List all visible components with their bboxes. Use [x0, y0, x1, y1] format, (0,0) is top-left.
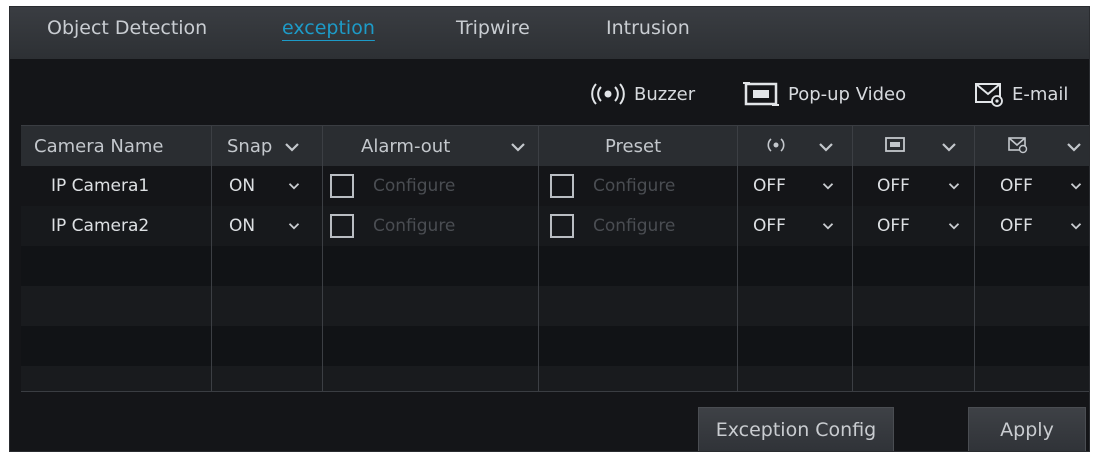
- header-preset: Preset: [605, 135, 662, 157]
- snap-chevron-down-icon[interactable]: [284, 142, 300, 152]
- alarm-out-chevron-down-icon[interactable]: [510, 142, 526, 152]
- email-select[interactable]: OFF: [1000, 206, 1033, 246]
- exception-config-button[interactable]: Exception Config: [698, 407, 894, 451]
- empty-row: [21, 326, 1089, 366]
- popup-chevron-down-icon[interactable]: [941, 142, 957, 152]
- alarm-out-configure-button[interactable]: Configure: [373, 206, 455, 246]
- legend-email-label: E-mail: [1012, 83, 1069, 105]
- column-divider: [211, 126, 212, 391]
- email-icon: [975, 83, 1003, 107]
- column-divider: [974, 126, 975, 391]
- apply-button[interactable]: Apply: [968, 407, 1086, 451]
- header-email-icon: [1008, 137, 1028, 154]
- buzzer-chevron-down-icon[interactable]: [818, 142, 834, 152]
- chevron-down-icon[interactable]: [822, 182, 834, 190]
- preset-checkbox[interactable]: [550, 214, 574, 238]
- tab-bar: Object Detection exception Tripwire Intr…: [10, 7, 1089, 59]
- popup-select[interactable]: OFF: [877, 206, 910, 246]
- chevron-down-icon[interactable]: [1070, 182, 1082, 190]
- chevron-down-icon[interactable]: [948, 222, 960, 230]
- exception-table: Camera Name Snap Alarm-out Preset IP Cam…: [21, 125, 1089, 392]
- legend-buzzer-label: Buzzer: [634, 83, 696, 105]
- camera-name-cell: IP Camera1: [51, 176, 150, 196]
- icon-legend: Buzzer Pop-up Video E-mail: [10, 79, 1089, 109]
- buzzer-icon: [591, 83, 625, 105]
- table-row: IP Camera2 ON Configure Configure OFF OF…: [21, 206, 1089, 246]
- snap-select[interactable]: ON: [229, 206, 255, 246]
- preset-checkbox[interactable]: [550, 174, 574, 198]
- column-divider: [322, 126, 323, 391]
- header-alarm-out: Alarm-out: [361, 135, 451, 157]
- popup-video-icon: [743, 82, 779, 106]
- empty-row: [21, 286, 1089, 326]
- alarm-out-checkbox[interactable]: [330, 214, 354, 238]
- header-snap: Snap: [227, 135, 273, 157]
- email-select[interactable]: OFF: [1000, 166, 1033, 206]
- legend-popup-video: Pop-up Video: [742, 79, 906, 109]
- tab-intrusion[interactable]: Intrusion: [606, 17, 690, 39]
- popup-select[interactable]: OFF: [877, 166, 910, 206]
- legend-buzzer: Buzzer: [590, 79, 695, 109]
- header-buzzer-icon: [767, 138, 785, 152]
- header-popup-video-icon: [885, 137, 905, 152]
- buzzer-select[interactable]: OFF: [753, 166, 786, 206]
- window-frame: Object Detection exception Tripwire Intr…: [0, 0, 1095, 457]
- legend-email: E-mail: [974, 79, 1068, 109]
- legend-popup-video-label: Pop-up Video: [788, 83, 907, 105]
- table-header: Camera Name Snap Alarm-out Preset: [21, 126, 1089, 166]
- preset-configure-button[interactable]: Configure: [593, 166, 675, 206]
- snap-select[interactable]: ON: [229, 166, 255, 206]
- exception-settings-panel: Object Detection exception Tripwire Intr…: [9, 6, 1090, 452]
- tab-object-detection[interactable]: Object Detection: [47, 17, 207, 39]
- column-divider: [538, 126, 539, 391]
- alarm-out-configure-button[interactable]: Configure: [373, 166, 455, 206]
- alarm-out-checkbox[interactable]: [330, 174, 354, 198]
- buzzer-select[interactable]: OFF: [753, 206, 786, 246]
- empty-row: [21, 246, 1089, 286]
- chevron-down-icon[interactable]: [288, 182, 300, 190]
- email-chevron-down-icon[interactable]: [1066, 142, 1082, 152]
- chevron-down-icon[interactable]: [288, 222, 300, 230]
- chevron-down-icon[interactable]: [948, 182, 960, 190]
- column-divider: [852, 126, 853, 391]
- chevron-down-icon[interactable]: [1070, 222, 1082, 230]
- tab-exception[interactable]: exception: [282, 17, 375, 39]
- preset-configure-button[interactable]: Configure: [593, 206, 675, 246]
- header-camera-name: Camera Name: [34, 135, 164, 157]
- column-divider: [737, 126, 738, 391]
- empty-row: [21, 366, 1089, 391]
- camera-name-cell: IP Camera2: [51, 216, 150, 236]
- tab-tripwire[interactable]: Tripwire: [456, 17, 530, 39]
- table-row: IP Camera1 ON Configure Configure OFF OF…: [21, 166, 1089, 206]
- chevron-down-icon[interactable]: [822, 222, 834, 230]
